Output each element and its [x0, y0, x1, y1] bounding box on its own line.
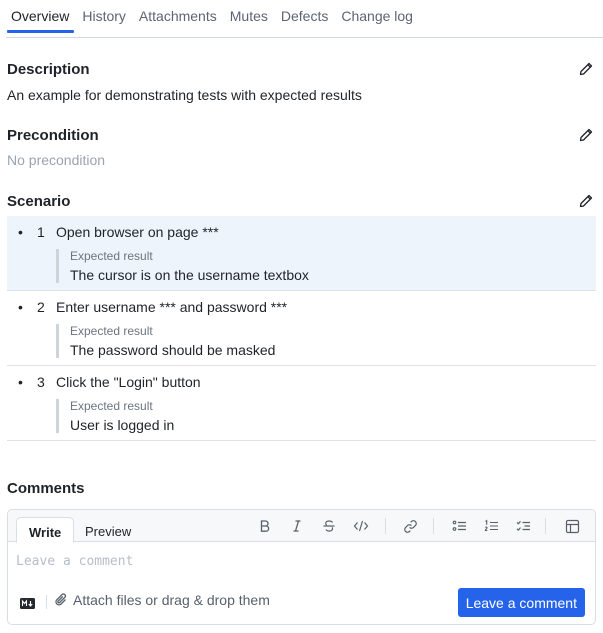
table-button[interactable]	[562, 516, 582, 536]
scenario-step[interactable]: • 3 Click the "Login" button Expected re…	[7, 366, 596, 441]
attach-files-button[interactable]: Attach files or drag & drop them	[54, 592, 270, 608]
italic-button[interactable]	[287, 516, 307, 536]
footer-divider	[46, 595, 47, 609]
scenario-title: Scenario	[7, 193, 71, 210]
expected-result: Expected result User is logged in	[56, 399, 174, 433]
edit-scenario-button[interactable]	[577, 192, 595, 210]
comment-editor: Write Preview Leave a comment Attach fil…	[7, 509, 596, 625]
expected-result-label: Expected result	[70, 324, 153, 338]
scenario-step[interactable]: • 2 Enter username *** and password *** …	[7, 291, 596, 366]
tab-mutes[interactable]: Mutes	[225, 0, 276, 37]
toolbar-divider	[545, 518, 546, 534]
comments-title: Comments	[7, 480, 85, 497]
expected-result-text: The cursor is on the username textbox	[70, 267, 309, 283]
tab-attachments[interactable]: Attachments	[134, 0, 225, 37]
step-bullet: •	[18, 224, 23, 240]
pencil-icon	[579, 194, 593, 208]
editor-header: Write Preview	[8, 510, 595, 543]
markdown-button[interactable]	[20, 596, 35, 609]
tab-overview[interactable]: Overview	[6, 0, 77, 37]
table-icon	[565, 519, 579, 533]
tab-defects[interactable]: Defects	[276, 0, 336, 37]
strikethrough-icon	[323, 520, 335, 532]
expected-result: Expected result The cursor is on the use…	[56, 249, 309, 283]
write-tab[interactable]: Write	[16, 517, 75, 543]
tab-bar: Overview History Attachments Mutes Defec…	[6, 0, 603, 38]
expected-result: Expected result The password should be m…	[56, 324, 275, 358]
pencil-icon	[579, 128, 593, 142]
step-bullet: •	[18, 299, 23, 315]
expected-result-text: User is logged in	[70, 417, 175, 433]
bulleted-list-icon	[452, 520, 466, 531]
editor-footer: Attach files or drag & drop them Leave a…	[16, 588, 587, 617]
scenario-steps: • 1 Open browser on page *** Expected re…	[7, 216, 596, 441]
numbered-list-icon	[484, 519, 498, 532]
preview-tab[interactable]: Preview	[73, 517, 143, 543]
bulleted-list-button[interactable]	[449, 516, 469, 536]
step-text: Open browser on page ***	[56, 224, 219, 240]
tab-change-log[interactable]: Change log	[336, 0, 421, 37]
link-icon	[403, 519, 417, 533]
step-number: 2	[37, 299, 45, 315]
toolbar-divider	[385, 518, 386, 534]
bold-button[interactable]	[255, 516, 275, 536]
code-button[interactable]	[351, 516, 371, 536]
edit-precondition-button[interactable]	[577, 126, 595, 144]
step-text: Click the "Login" button	[56, 374, 201, 390]
link-button[interactable]	[400, 516, 420, 536]
description-text: An example for demonstrating tests with …	[7, 87, 362, 103]
italic-icon	[293, 520, 301, 532]
pencil-icon	[579, 62, 593, 76]
expected-result-label: Expected result	[70, 399, 153, 413]
attach-files-label: Attach files or drag & drop them	[73, 592, 270, 608]
precondition-title: Precondition	[7, 127, 99, 144]
code-icon	[353, 520, 369, 532]
description-title: Description	[7, 61, 90, 78]
expected-result-text: The password should be masked	[70, 342, 276, 358]
edit-description-button[interactable]	[577, 60, 595, 78]
expected-result-label: Expected result	[70, 249, 153, 263]
strikethrough-button[interactable]	[319, 516, 339, 536]
step-number: 3	[37, 374, 45, 390]
tab-history[interactable]: History	[77, 0, 134, 37]
step-number: 1	[37, 224, 45, 240]
task-list-button[interactable]	[513, 516, 533, 536]
bold-icon	[260, 520, 270, 532]
step-text: Enter username *** and password ***	[56, 299, 288, 315]
toolbar-divider	[433, 518, 434, 534]
paperclip-icon	[55, 593, 67, 606]
comment-input[interactable]	[16, 550, 586, 572]
markdown-icon	[20, 598, 35, 609]
step-bullet: •	[18, 374, 23, 390]
scenario-step[interactable]: • 1 Open browser on page *** Expected re…	[7, 216, 596, 291]
numbered-list-button[interactable]	[481, 516, 501, 536]
leave-comment-button[interactable]: Leave a comment	[457, 588, 585, 617]
task-list-icon	[516, 520, 530, 531]
precondition-text: No precondition	[7, 152, 106, 168]
